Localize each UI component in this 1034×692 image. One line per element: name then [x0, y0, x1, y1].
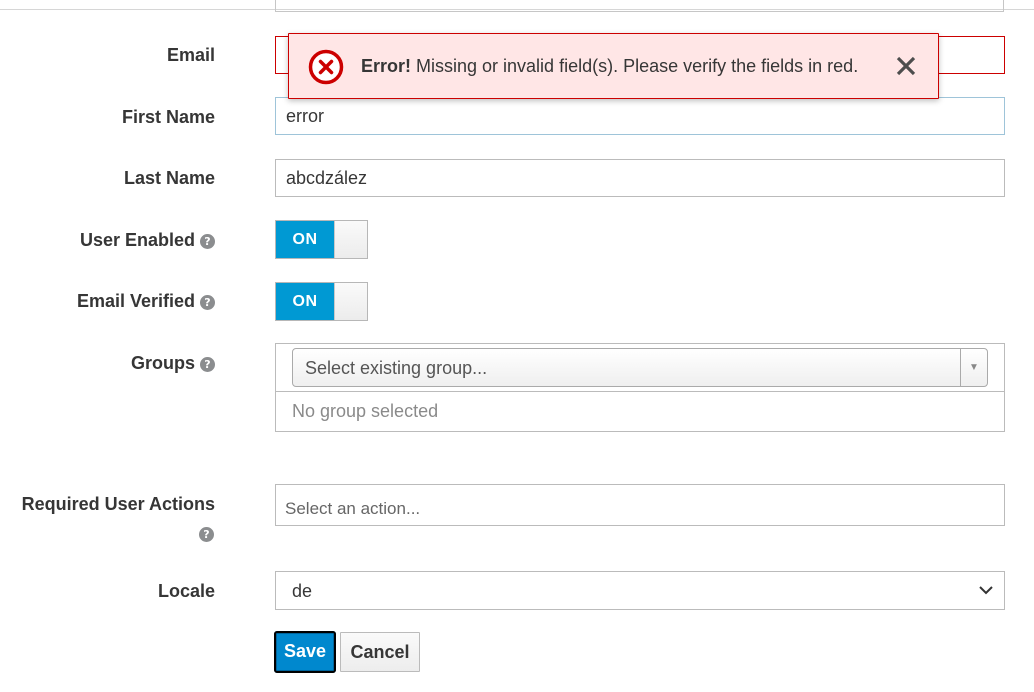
last-name-value: abcdzález [286, 168, 368, 188]
groups-panel: Select existing group... ▼ No group sele… [275, 343, 1005, 432]
alert-text: Missing or invalid field(s). Please veri… [411, 56, 859, 76]
error-circle-icon [308, 49, 344, 85]
user-enabled-toggle[interactable]: ON [275, 220, 368, 259]
help-icon[interactable]: ? [200, 295, 215, 310]
chevron-down-icon [979, 586, 993, 595]
required-actions-label: Required User Actions [21, 494, 215, 514]
email-label: Email [166, 45, 215, 65]
last-name-field[interactable]: abcdzález [275, 159, 1005, 197]
toggle-knob [334, 283, 367, 320]
required-actions-input[interactable]: Select an action... [275, 484, 1005, 526]
cancel-button[interactable]: Cancel [340, 632, 420, 672]
first-name-value: error [286, 106, 325, 126]
toggle-on-label: ON [276, 283, 334, 320]
toggle-knob [334, 221, 367, 258]
toggle-on-label: ON [276, 221, 334, 258]
group-select-placeholder: Select existing group... [305, 358, 488, 378]
groups-label: Groups? [0, 353, 215, 374]
group-select[interactable]: Select existing group... ▼ [292, 348, 988, 387]
required-actions-help: ? [199, 526, 214, 544]
first-name-label: First Name [121, 107, 215, 127]
dropdown-arrow-icon[interactable]: ▼ [960, 349, 987, 386]
help-icon[interactable]: ? [199, 527, 214, 542]
previous-field-edge [275, 0, 1004, 12]
email-verified-toggle[interactable]: ON [275, 282, 368, 321]
alert-message: Error! Missing or invalid field(s). Plea… [361, 56, 858, 77]
required-actions-placeholder: Select an action... [285, 499, 421, 518]
alert-title: Error! [361, 56, 412, 76]
email-verified-label: Email Verified? [0, 291, 215, 312]
save-button[interactable]: Save [274, 631, 336, 673]
no-group-text: No group selected [292, 401, 439, 421]
user-enabled-label: User Enabled? [0, 230, 215, 251]
help-icon[interactable]: ? [200, 234, 215, 249]
groups-divider [276, 391, 1004, 392]
locale-value: de [292, 581, 313, 601]
help-icon[interactable]: ? [200, 357, 215, 372]
close-icon[interactable] [895, 55, 917, 77]
first-name-field[interactable]: error [275, 97, 1005, 135]
locale-label: Locale [157, 581, 215, 601]
error-alert: Error! Missing or invalid field(s). Plea… [288, 33, 939, 99]
last-name-label: Last Name [123, 168, 215, 188]
locale-select[interactable]: de [275, 571, 1005, 610]
